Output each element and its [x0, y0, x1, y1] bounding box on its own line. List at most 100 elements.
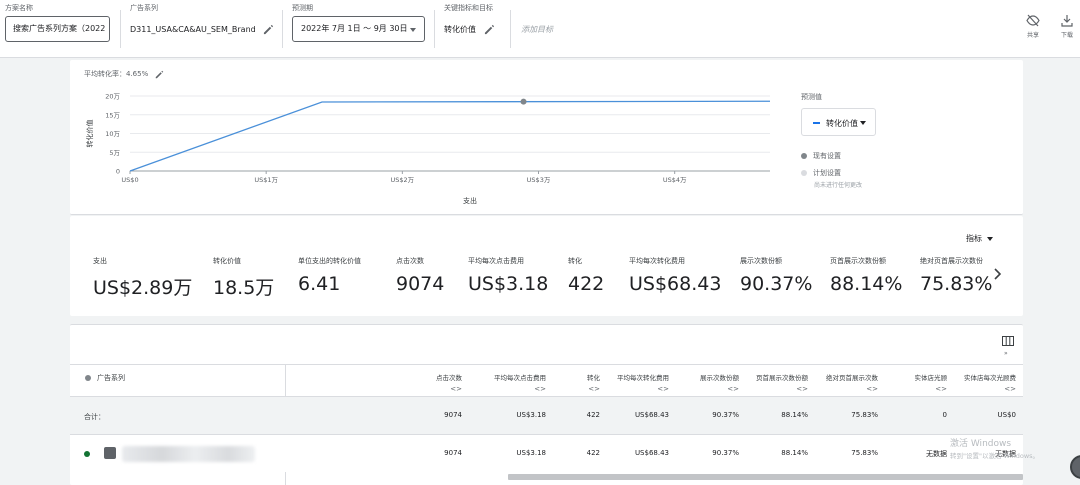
- add-goal-placeholder[interactable]: 添加目标: [521, 24, 553, 35]
- column-header-label: 页首展示次数份额: [756, 374, 808, 382]
- metric-cost-per-conversion[interactable]: 平均每次转化费用 US$68.43: [629, 256, 721, 295]
- metric-clicks[interactable]: 点击次数 9074: [396, 256, 444, 295]
- columns-icon[interactable]: [1002, 335, 1014, 347]
- metric-label: 支出: [93, 257, 107, 265]
- chart-metric-value: 转化价值: [826, 119, 858, 128]
- top-bar: 方案名称 搜索广告系列方案（2022 广告系列 D311_USA&CA&AU_S…: [0, 0, 1080, 58]
- kpi-name: 转化价值: [444, 25, 476, 34]
- x-tick-label: US$1万: [254, 176, 278, 184]
- plan-name-input[interactable]: 搜索广告系列方案（2022: [5, 16, 110, 42]
- column-header[interactable]: 实体店光顾 <>: [915, 372, 948, 393]
- y-tick-label: 15万: [105, 111, 120, 119]
- column-header[interactable]: 点击次数 <>: [436, 372, 462, 393]
- x-tick-label: US$4万: [663, 176, 687, 184]
- legend-current-label: 现有设置: [813, 152, 841, 160]
- series-line-current-settings[interactable]: [129, 100, 771, 172]
- sort-icon[interactable]: <>: [494, 385, 546, 393]
- legend-current-settings: 现有设置: [801, 151, 841, 161]
- metric-value: 422: [568, 273, 605, 295]
- edit-icon[interactable]: [263, 24, 274, 35]
- edit-icon[interactable]: [484, 24, 495, 35]
- sort-icon[interactable]: <>: [915, 385, 947, 393]
- column-header[interactable]: 绝对页首展示次数 <>: [826, 372, 878, 393]
- column-header[interactable]: 转化 <>: [587, 372, 600, 393]
- table-cell: 无数据: [926, 450, 947, 458]
- series-color-swatch: [813, 122, 820, 124]
- sort-icon[interactable]: <>: [587, 385, 600, 393]
- metric-spend[interactable]: 支出 US$2.89万: [93, 256, 192, 300]
- horizontal-scrollbar[interactable]: [508, 474, 1023, 480]
- status-enabled-icon: [84, 451, 90, 457]
- table-row-total: 合计： 9074 US$3.18 422 US$68.43 90.37% 88.14% 75…: [70, 396, 1023, 434]
- column-header[interactable]: 平均每次点击费用 <>: [494, 372, 546, 393]
- column-header-label: 转化: [587, 374, 600, 382]
- legend-dot-icon: [801, 170, 807, 176]
- watermark-title: 激活 Windows: [950, 439, 1012, 449]
- table-cell: US$68.43: [634, 449, 669, 457]
- column-header[interactable]: 实体店每次光顾费 <>: [964, 372, 1016, 393]
- table-cell: 90.37%: [712, 411, 739, 419]
- column-header[interactable]: 平均每次转化费用 <>: [617, 372, 669, 393]
- current-settings-point[interactable]: [520, 98, 527, 105]
- sort-icon[interactable]: <>: [700, 385, 739, 393]
- legend-title: 预测值: [801, 93, 822, 101]
- x-tick-label: US$3万: [527, 176, 551, 184]
- metrics-summary-card: 指标 支出 US$2.89万 转化价值 18.5万 单位支出的转化价值 6.41…: [70, 216, 1023, 316]
- metric-top-impression-share[interactable]: 页首展示次数份额 88.14%: [830, 256, 902, 295]
- chart-metric-select[interactable]: 转化价值: [801, 108, 876, 136]
- forecast-date-value: 2022年 7月 1日 ～ 9月 30日: [301, 24, 408, 33]
- table-cell: 9074: [444, 449, 462, 457]
- share-button[interactable]: 共享: [1018, 14, 1048, 44]
- y-tick-label: 10万: [105, 130, 120, 138]
- x-tick-label: US$0: [121, 176, 138, 184]
- metric-value: US$3.18: [468, 273, 549, 295]
- sort-icon[interactable]: <>: [826, 385, 878, 393]
- divider: [510, 10, 511, 48]
- sort-icon[interactable]: <>: [756, 385, 808, 393]
- help-button[interactable]: [1070, 455, 1080, 479]
- metric-label: 页首展示次数份额: [830, 257, 886, 265]
- forecast-line-chart[interactable]: 0 5万 10万 15万 20万 US$0 US$1万 US$2万 US$3万 US$4万 转化价值…: [70, 60, 790, 215]
- metric-avg-cpc[interactable]: 平均每次点击费用 US$3.18: [468, 256, 548, 295]
- column-header-label: 展示次数份额: [700, 374, 739, 382]
- metrics-menu-button[interactable]: 指标: [966, 233, 993, 244]
- chevron-down-icon: [987, 236, 993, 241]
- column-header-campaign[interactable]: 广告系列: [97, 373, 125, 383]
- column-header[interactable]: 展示次数份额 <>: [700, 372, 739, 393]
- column-header[interactable]: 页首展示次数份额 <>: [756, 372, 808, 393]
- legend-dot-icon: [801, 153, 807, 159]
- metric-abs-top-impression-share[interactable]: 绝对页首展示次数份 75.83%: [920, 256, 992, 295]
- table-header: 广告系列 点击次数 <> 平均每次点击费用 <> 转化 <> 平均每次转化费用 <> 展示次数份…: [70, 364, 1023, 396]
- divider: [434, 10, 435, 48]
- metric-conversions[interactable]: 转化 422: [568, 256, 604, 295]
- metric-conversion-value[interactable]: 转化价值 18.5万: [213, 256, 274, 300]
- column-header-label: 平均每次点击费用: [494, 374, 546, 382]
- metric-impression-share[interactable]: 展示次数份额 90.37%: [740, 256, 812, 295]
- metric-label: 转化: [568, 257, 582, 265]
- sort-icon[interactable]: <>: [617, 385, 669, 393]
- metric-value-per-cost[interactable]: 单位支出的转化价值 6.41: [298, 256, 361, 295]
- metric-value: 6.41: [298, 273, 341, 295]
- column-header-label: 实体店每次光顾费: [964, 374, 1016, 382]
- metric-label: 平均每次转化费用: [629, 257, 685, 265]
- expand-columns-icon[interactable]: »: [1004, 350, 1008, 357]
- forecast-date-select[interactable]: 2022年 7月 1日 ～ 9月 30日: [292, 16, 425, 42]
- kpi-value: 转化价值: [444, 24, 495, 35]
- table-cell: US$0: [997, 411, 1016, 419]
- campaign-table-card: » 广告系列 点击次数 <> 平均每次点击费用 <> 转化 <> 平均每次转化费用 <> 展示次…: [70, 324, 1039, 485]
- sort-icon[interactable]: <>: [964, 385, 1016, 393]
- metric-label: 绝对页首展示次数份: [920, 257, 983, 265]
- legend-planned-label: 计划设置: [813, 169, 841, 177]
- table-row[interactable]: 9074 US$3.18 422 US$68.43 90.37% 88.14% 75.83%…: [70, 434, 1023, 472]
- sort-icon[interactable]: <>: [436, 385, 462, 393]
- metric-value: 90.37%: [740, 273, 813, 295]
- metric-label: 转化价值: [213, 257, 241, 265]
- y-tick-label: 20万: [105, 93, 120, 101]
- metric-value: 88.14%: [830, 273, 903, 295]
- table-cell: US$3.18: [516, 411, 546, 419]
- download-button[interactable]: 下载: [1052, 14, 1080, 44]
- metric-value: US$2.89万: [93, 277, 193, 299]
- table-cell: 88.14%: [781, 411, 808, 419]
- chevron-right-icon[interactable]: [989, 266, 1005, 282]
- metric-label: 展示次数份额: [740, 257, 782, 265]
